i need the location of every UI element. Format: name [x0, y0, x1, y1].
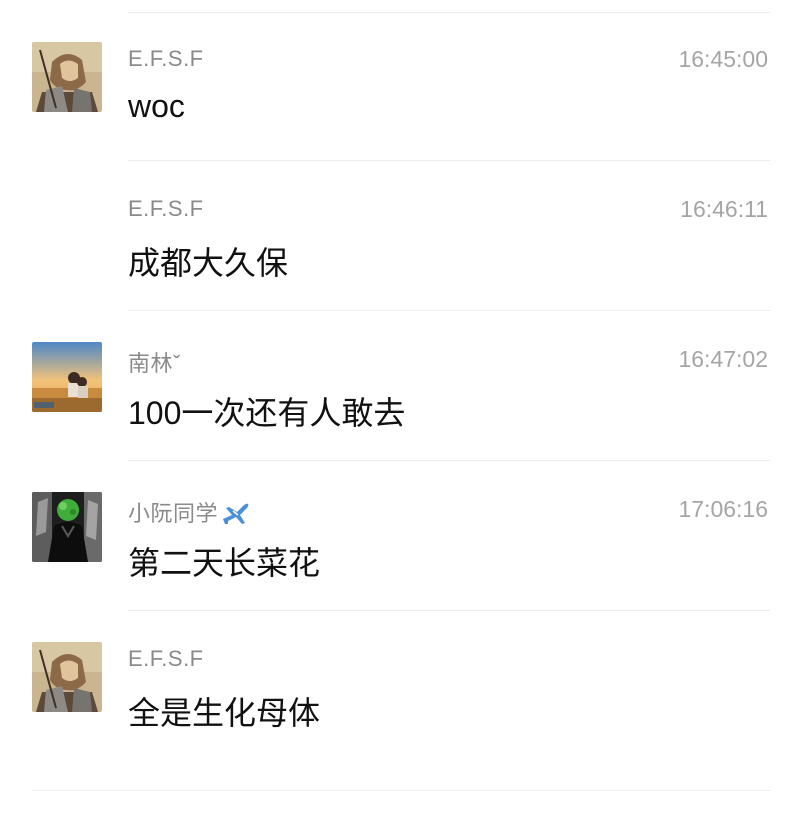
green-head-avatar-image: [32, 492, 102, 562]
avatar[interactable]: [32, 642, 102, 712]
chat-message-list: E.F.S.F 16:45:00 woc E.F.S.F 16:46:11 成都…: [0, 0, 800, 822]
message-time: 16:46:11: [680, 196, 768, 222]
message-text: woc: [128, 88, 185, 124]
sender-name: E.F.S.F: [128, 196, 204, 221]
message-text: 100一次还有人敢去: [128, 395, 406, 431]
sender-name: 小阮同学: [128, 496, 250, 531]
message-item[interactable]: E.F.S.F 16:45:00 woc: [0, 0, 800, 150]
message-item[interactable]: E.F.S.F 全是生化母体: [0, 600, 800, 750]
message-text: 成都大久保: [128, 245, 289, 281]
sender-name: 南林ˇ: [128, 351, 181, 376]
avatar[interactable]: [32, 42, 102, 112]
avatar[interactable]: [32, 342, 102, 412]
message-time: 16:47:02: [678, 346, 768, 372]
sender-name: E.F.S.F: [128, 46, 204, 71]
message-text: 第二天长菜花: [128, 545, 321, 581]
message-text: 全是生化母体: [128, 695, 321, 731]
manga-warrior-avatar-image: [32, 642, 102, 712]
message-item[interactable]: 小阮同学 17:06:16 第二天长菜花: [0, 450, 800, 600]
sender-name: E.F.S.F: [128, 646, 204, 671]
message-time: 16:45:00: [678, 46, 768, 72]
airplane-icon: [220, 499, 250, 531]
avatar[interactable]: [32, 492, 102, 562]
sender-name-text: 小阮同学: [128, 501, 219, 526]
message-item[interactable]: 南林ˇ 16:47:02 100一次还有人敢去: [0, 300, 800, 450]
sunset-field-avatar-image: [32, 342, 102, 412]
manga-warrior-avatar-image: [32, 42, 102, 112]
message-time: 17:06:16: [678, 496, 768, 522]
divider: [32, 790, 770, 791]
message-item[interactable]: E.F.S.F 16:46:11 成都大久保: [0, 150, 800, 300]
